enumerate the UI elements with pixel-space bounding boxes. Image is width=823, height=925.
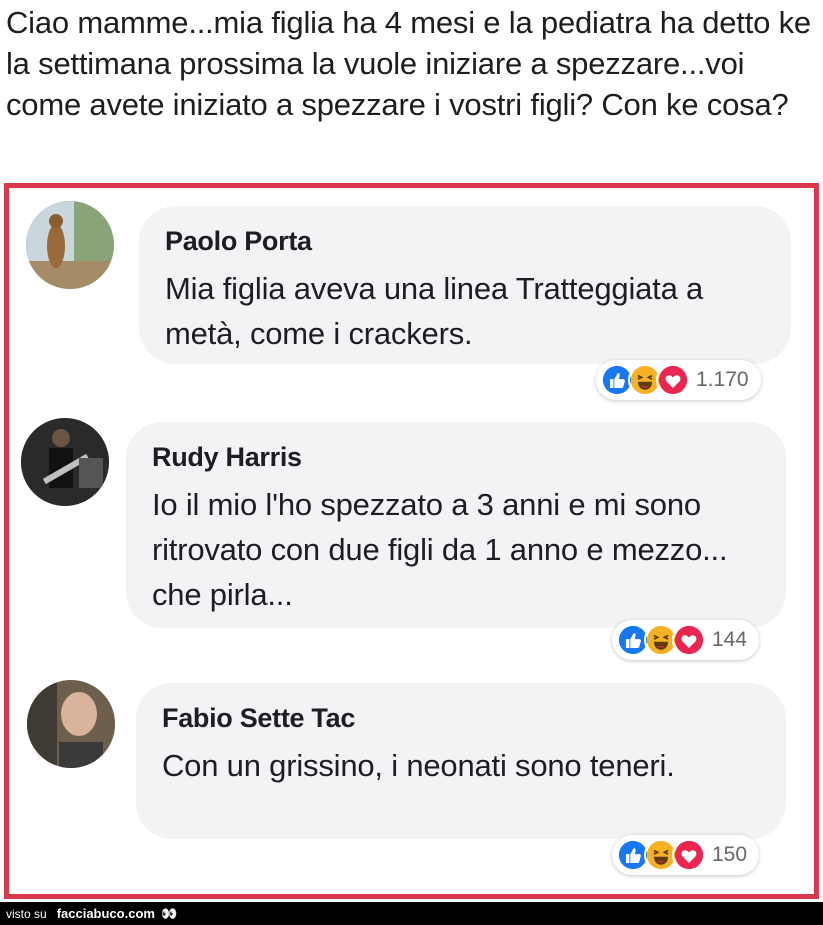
- comment-author[interactable]: Rudy Harris: [152, 440, 760, 474]
- comment-text: Io il mio l'ho spezzato a 3 anni e mi so…: [152, 487, 728, 612]
- post-text: Ciao mamme...mia figlia ha 4 mesi e la p…: [6, 5, 811, 122]
- love-icon: [656, 363, 690, 397]
- footer-bar: visto su facciabuco.com 👀: [0, 902, 823, 925]
- comment-bubble: Fabio Sette Tac Con un grissino, i neona…: [136, 683, 786, 839]
- comments-frame: Paolo Porta Mia figlia aveva una linea T…: [4, 183, 819, 899]
- love-icon: [672, 838, 706, 872]
- reaction-count: 150: [712, 843, 748, 866]
- love-icon: [672, 623, 706, 657]
- comment-author[interactable]: Fabio Sette Tac: [162, 701, 760, 735]
- reaction-summary[interactable]: 1.170: [596, 360, 761, 400]
- eyes-icon: 👀: [160, 905, 178, 921]
- avatar-guitarist-image: [21, 418, 109, 506]
- comment-text: Con un grissino, i neonati sono teneri.: [162, 748, 675, 783]
- avatar[interactable]: [26, 201, 114, 289]
- footer-brand-link[interactable]: facciabuco.com: [57, 906, 155, 921]
- comment-bubble: Paolo Porta Mia figlia aveva una linea T…: [139, 206, 791, 364]
- avatar-meerkat-image: [26, 201, 114, 289]
- footer-prefix: visto su: [6, 906, 47, 921]
- avatar[interactable]: [27, 680, 115, 768]
- reaction-count: 1.170: [696, 368, 749, 391]
- comment-bubble: Rudy Harris Io il mio l'ho spezzato a 3 …: [126, 422, 786, 628]
- reaction-summary[interactable]: 144: [612, 620, 760, 660]
- avatar[interactable]: [21, 418, 109, 506]
- comment-text: Mia figlia aveva una linea Tratteggiata …: [165, 271, 704, 351]
- avatar-man-image: [27, 680, 115, 768]
- reaction-summary[interactable]: 150: [612, 835, 760, 875]
- reaction-count: 144: [712, 628, 748, 651]
- comment-author[interactable]: Paolo Porta: [165, 224, 765, 258]
